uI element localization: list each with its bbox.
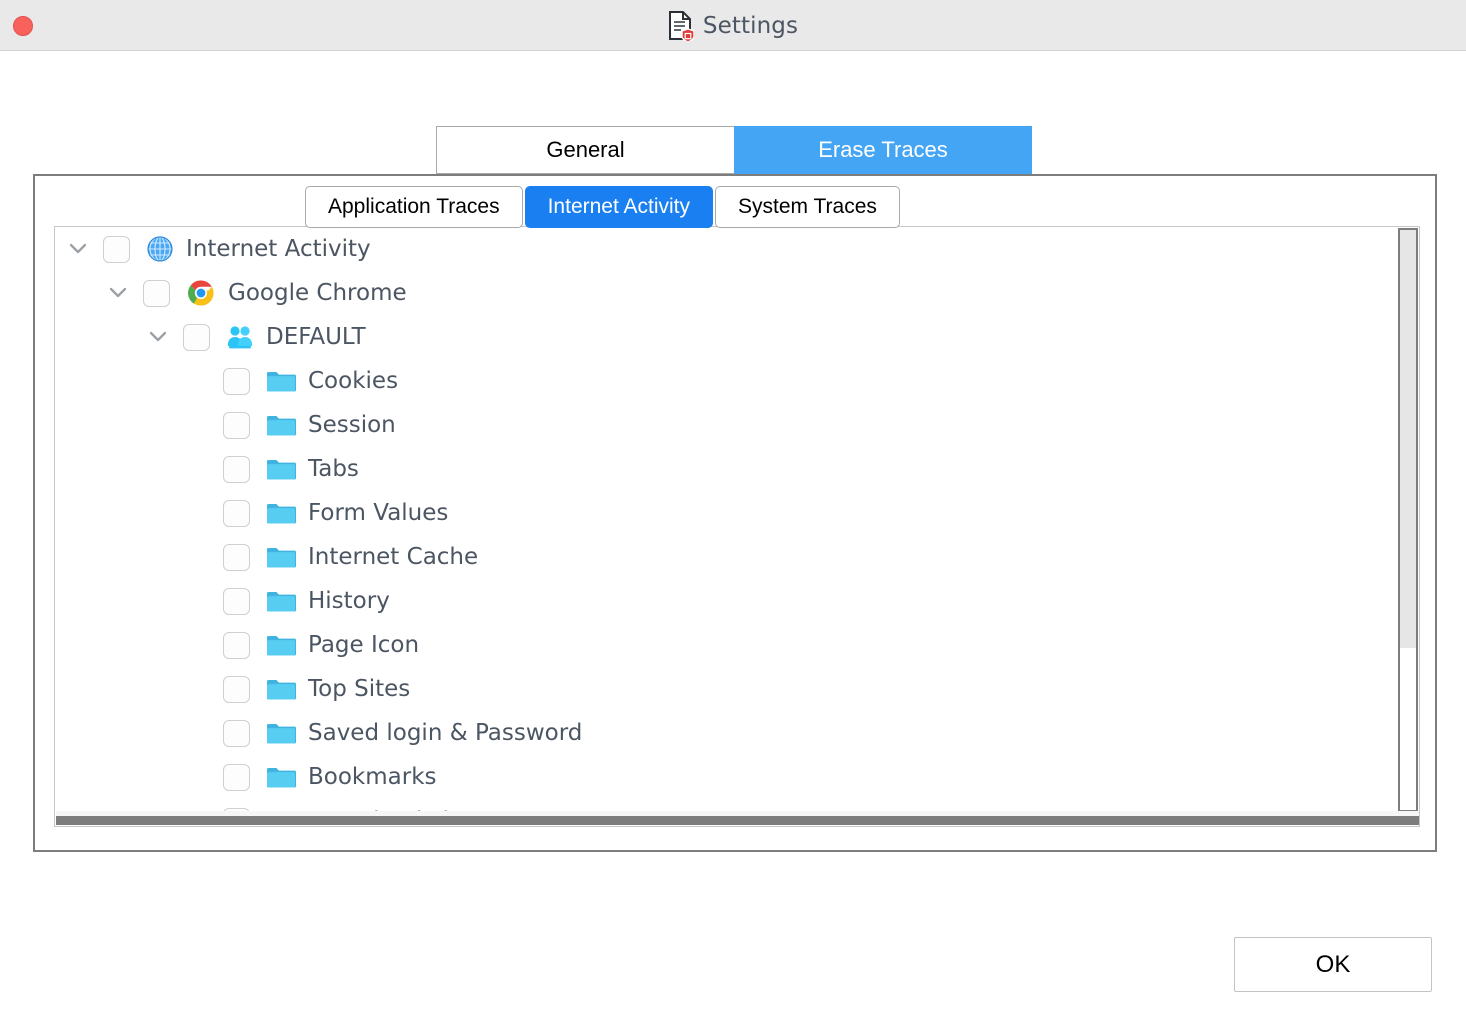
tree-vertical-scrollbar-thumb[interactable] [1400,230,1416,648]
tree-row-label: Top Sites [308,676,411,702]
tree-row[interactable]: History [55,579,1400,623]
folder-icon [266,677,296,701]
folder-icon [266,633,296,657]
tree-row-label: Page Icon [308,632,420,658]
main-tab-bar: General Erase Traces [436,126,1032,174]
tree-row-checkbox[interactable] [223,543,250,571]
folder-icon [266,369,296,393]
tree-row[interactable]: Google Chrome [55,271,1400,315]
tree-row-label: Internet Activity [186,236,371,262]
folder-icon [266,589,296,613]
tree-row-checkbox[interactable] [223,675,250,703]
chevron-down-icon[interactable] [145,324,171,350]
folder-icon [266,721,296,745]
tree-row-label: Tabs [308,456,359,482]
folder-icon [266,545,296,569]
tree-row[interactable]: Internet Cache [55,535,1400,579]
tree-row-checkbox[interactable] [223,719,250,747]
tree-row[interactable]: Form Values [55,491,1400,535]
document-shield-icon [668,10,694,41]
folder-icon [266,413,296,437]
users-icon [226,324,254,350]
tree-row-checkbox[interactable] [223,411,250,439]
tree-row-checkbox[interactable] [223,763,250,791]
traces-tree-container: Internet Activity Google Chrome DEFAULT Coo… [54,226,1420,827]
tree-row-checkbox[interactable] [183,323,210,351]
folder-icon [266,765,296,789]
subtab-application-traces[interactable]: Application Traces [305,186,523,228]
tree-row-checkbox[interactable] [223,499,250,527]
tree-row-label: Cookies [308,368,399,394]
chevron-down-icon[interactable] [65,236,91,262]
tab-general[interactable]: General [436,126,734,174]
ok-button[interactable]: OK [1234,937,1432,992]
subtab-internet-activity[interactable]: Internet Activity [524,186,713,228]
tree-row-checkbox[interactable] [223,367,250,395]
tree-row-label: Session [308,412,396,438]
tree-row[interactable]: Top Sites [55,667,1400,711]
tree-horizontal-scrollbar-thumb[interactable] [56,816,1419,825]
tree-row-label: Google Chrome [228,280,407,306]
tree-row-checkbox[interactable] [223,455,250,483]
subtab-system-traces[interactable]: System Traces [715,186,900,228]
sub-tab-bar: Application Traces Internet Activity Sys… [305,186,902,228]
tree-row[interactable]: Bookmarks [55,755,1400,799]
tree-row[interactable]: Internet Activity [55,227,1400,271]
folder-icon [266,457,296,481]
tree-row-checkbox[interactable] [103,235,130,263]
tree-row-label: Saved login & Password [308,720,583,746]
folder-icon [266,501,296,525]
tree-row-label: History [308,588,390,614]
tree-horizontal-scrollbar[interactable] [56,811,1419,825]
tree-vertical-scrollbar[interactable] [1398,228,1418,812]
window-title-group: Settings [0,0,1466,51]
chrome-icon [186,278,216,308]
tree-row-label: DEFAULT [266,324,366,350]
tree-row-label: Internet Cache [308,544,479,570]
tree-row[interactable]: DEFAULT [55,315,1400,359]
window-title: Settings [702,12,799,39]
tree-row-checkbox[interactable] [223,631,250,659]
tree-row[interactable]: Page Icon [55,623,1400,667]
tree-row-checkbox[interactable] [223,587,250,615]
globe-icon [146,235,174,263]
tree-row[interactable]: Cookies [55,359,1400,403]
traces-tree-list: Internet Activity Google Chrome DEFAULT Coo… [55,227,1400,813]
tree-row[interactable]: Tabs [55,447,1400,491]
tree-row[interactable]: Saved login & Password [55,711,1400,755]
tab-erase-traces[interactable]: Erase Traces [734,126,1032,174]
tree-row-label: Form Values [308,500,449,526]
chevron-down-icon[interactable] [105,280,131,306]
tree-row-label: Bookmarks [308,764,437,790]
tree-row[interactable]: Session [55,403,1400,447]
window-titlebar: Settings [0,0,1466,51]
tree-row-checkbox[interactable] [143,279,170,307]
